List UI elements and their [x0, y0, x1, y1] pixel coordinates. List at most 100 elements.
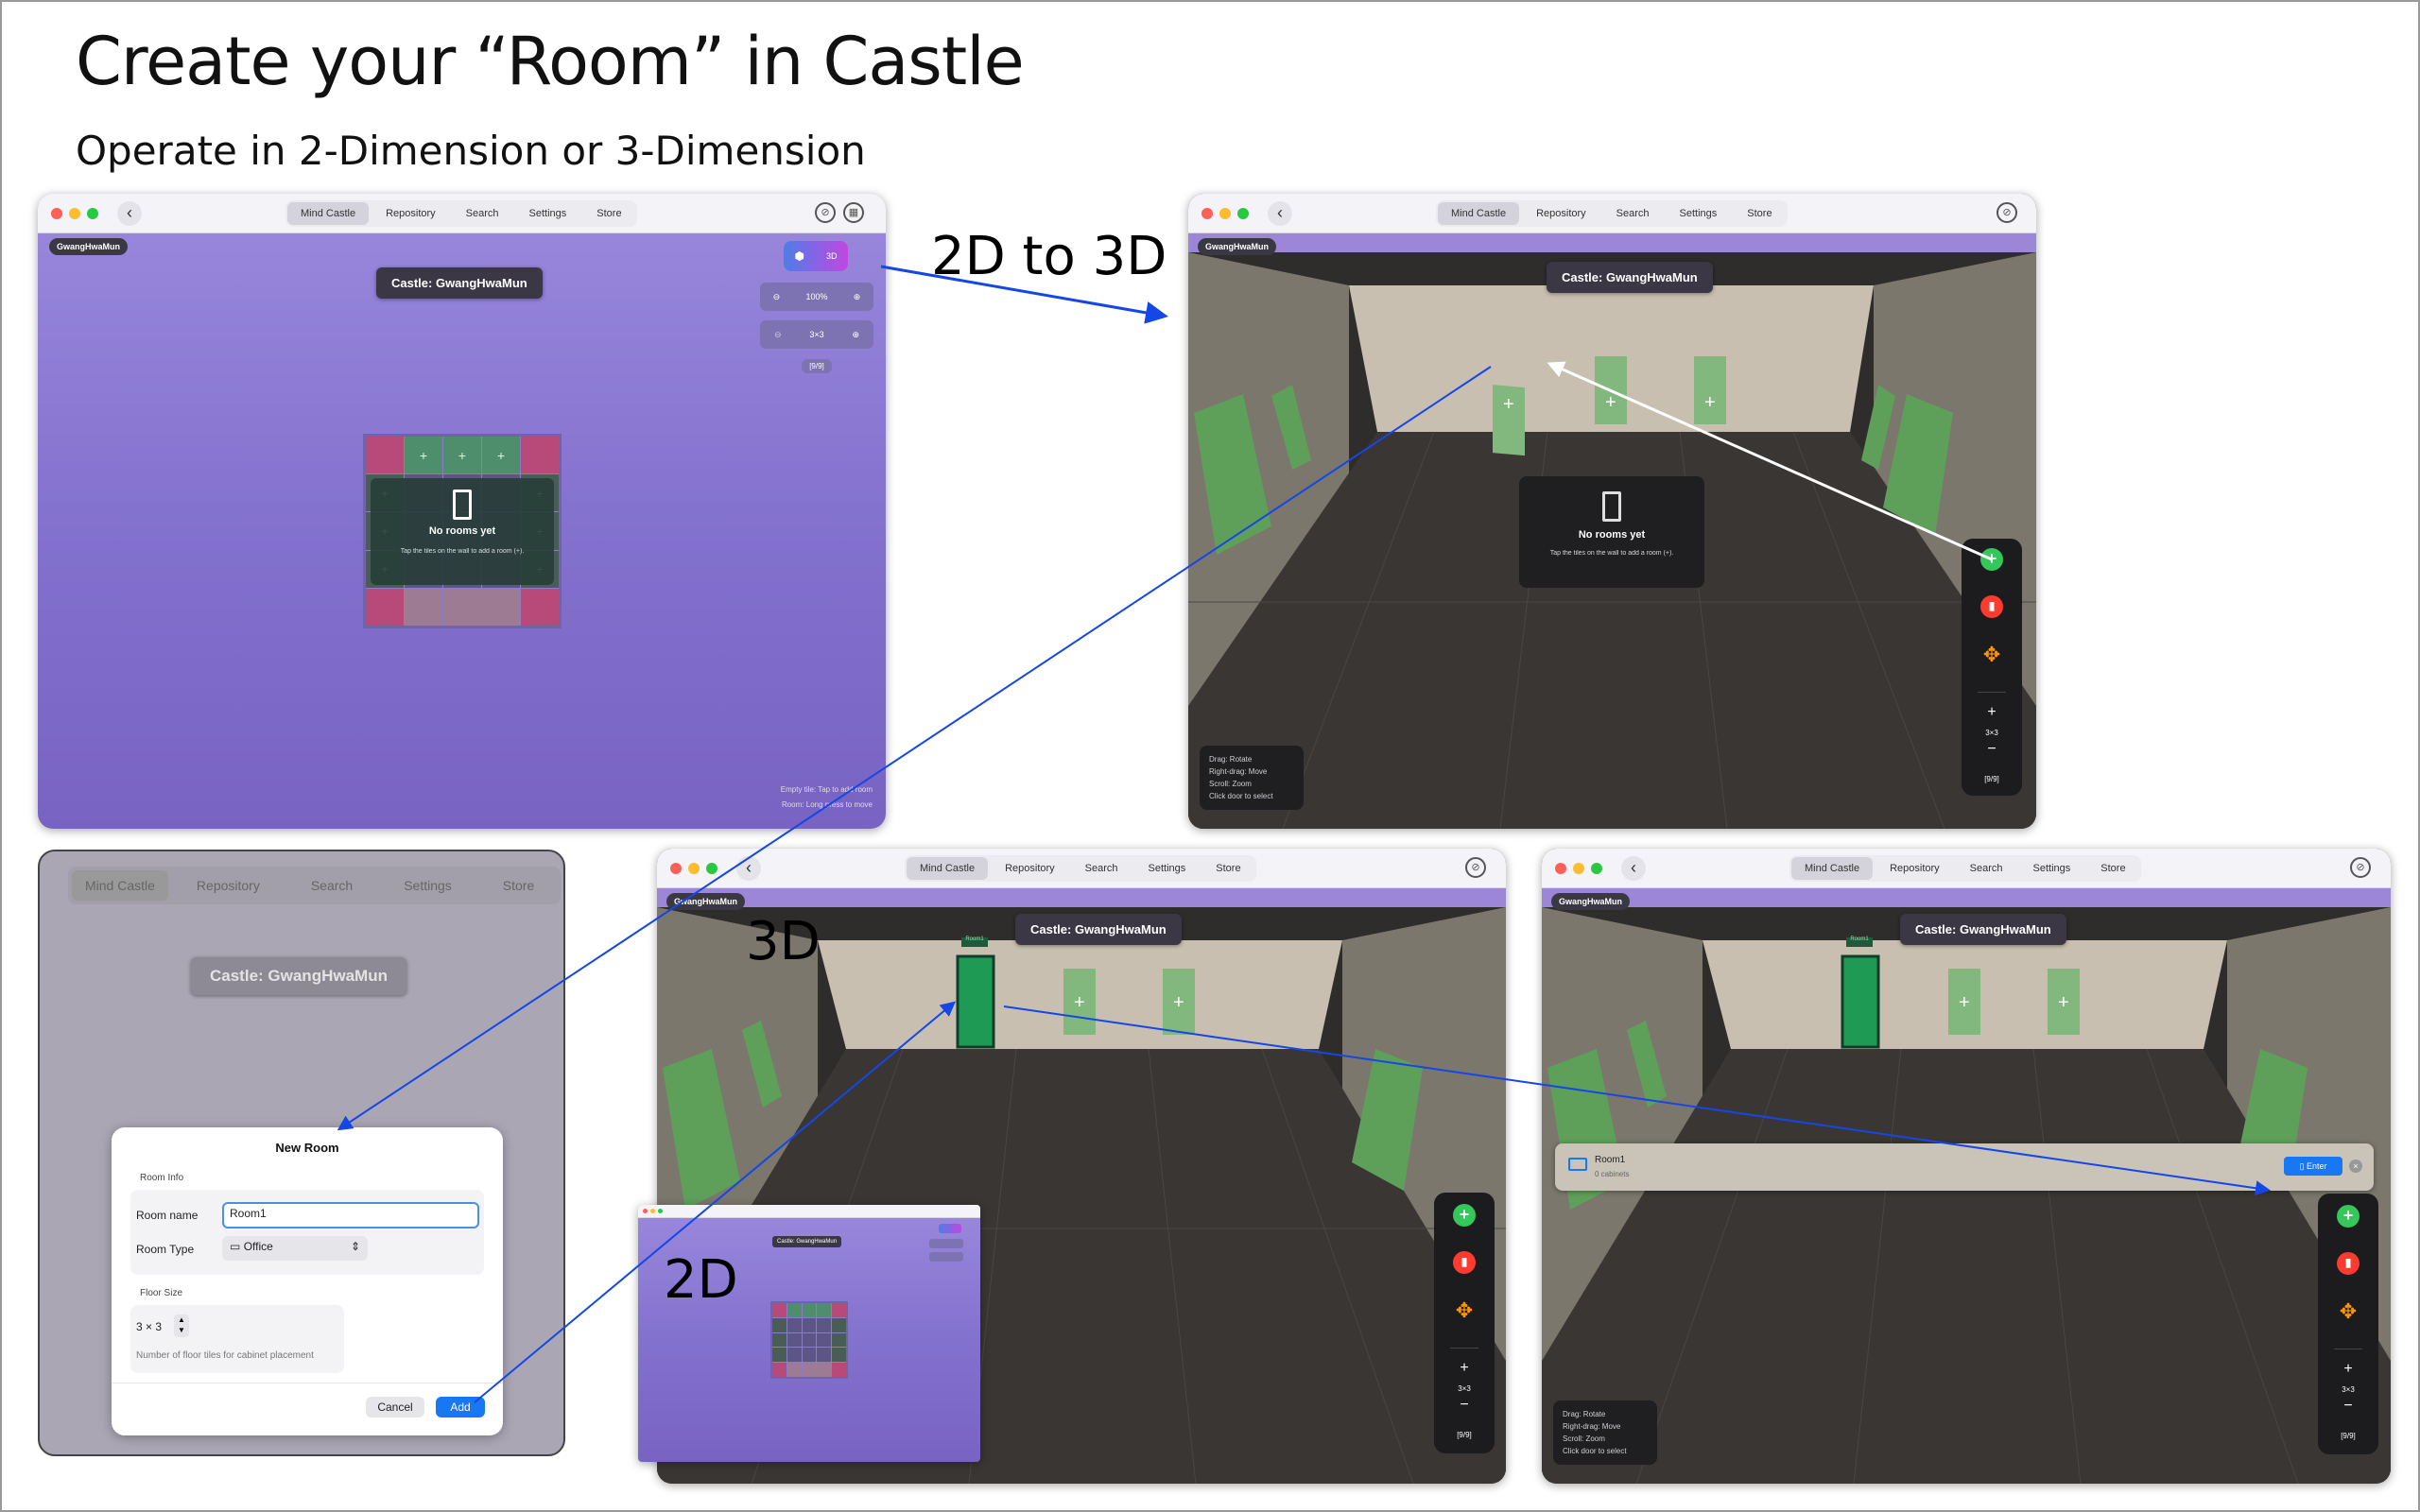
zoom-out-button[interactable]: −: [1987, 741, 1996, 758]
zoom-out-button[interactable]: −: [1460, 1397, 1468, 1414]
plus-circle-icon[interactable]: +: [2337, 1205, 2360, 1228]
move-arrows-icon[interactable]: ✥: [2340, 1299, 2357, 1324]
compass-icon[interactable]: ⊘: [1996, 202, 2017, 223]
add-tile-icon[interactable]: +: [1704, 392, 1716, 414]
plus-circle-icon[interactable]: +: [1980, 548, 2003, 571]
room-toolbar: + ▮ ✥ + 3×3 − [9/9]: [2318, 1194, 2378, 1454]
room-toolbar: + ▮ ✥ + 3×3 − [9/9]: [1434, 1193, 1495, 1453]
tab-mind-castle[interactable]: Mind Castle: [1791, 857, 1874, 880]
tab-settings[interactable]: Settings: [2020, 857, 2084, 880]
cancel-button[interactable]: Cancel: [366, 1397, 424, 1418]
tab-settings[interactable]: Settings: [1135, 857, 1200, 880]
plus-circle-icon[interactable]: +: [1453, 1204, 1476, 1227]
window-controls[interactable]: [670, 863, 717, 874]
empty-state-card: No rooms yet Tap the tiles on the wall t…: [1519, 476, 1704, 588]
tab-repository[interactable]: Repository: [372, 202, 449, 225]
tab-repository[interactable]: Repository: [1876, 857, 1953, 880]
tab-mind-castle[interactable]: Mind Castle: [72, 870, 168, 901]
tab-repository[interactable]: Repository: [1523, 202, 1599, 225]
tab-search[interactable]: Search: [453, 202, 512, 225]
window-controls[interactable]: [51, 208, 98, 219]
grid-size: 3×3: [809, 330, 824, 339]
move-arrows-icon[interactable]: ✥: [1456, 1298, 1473, 1323]
tab-search[interactable]: Search: [1603, 202, 1663, 225]
zoom-out-icon[interactable]: ⊖: [773, 292, 781, 302]
tab-store[interactable]: Store: [583, 202, 634, 225]
monitor-icon: ▭: [230, 1240, 241, 1253]
window-3d-empty: ‹ Mind Castle Repository Search Settings…: [1188, 194, 2036, 829]
zoom-in-button[interactable]: +: [1460, 1360, 1468, 1377]
add-button[interactable]: Add: [436, 1397, 485, 1418]
tab-mind-castle[interactable]: Mind Castle: [1438, 202, 1520, 225]
trash-icon[interactable]: ▮: [1980, 595, 2003, 618]
back-button[interactable]: ‹: [736, 856, 761, 881]
enter-button[interactable]: ▯ Enter: [2284, 1157, 2342, 1176]
move-arrows-icon[interactable]: ✥: [1983, 643, 2000, 667]
tab-repository[interactable]: Repository: [174, 870, 283, 901]
room-name-input[interactable]: Room1: [222, 1202, 479, 1228]
window-3d-enter-room: ‹ Mind Castle Repository Search Settings…: [1542, 849, 2391, 1484]
tab-search[interactable]: Search: [1072, 857, 1132, 880]
zoom-out-button[interactable]: −: [2343, 1398, 2352, 1415]
room-toolbar: + ▮ ✥ + 3×3 − [9/9]: [1962, 539, 2022, 796]
tab-repository[interactable]: Repository: [992, 857, 1068, 880]
trash-icon[interactable]: ▦: [843, 202, 864, 223]
add-tile-icon[interactable]: +: [1074, 992, 1085, 1014]
zoom-in-button[interactable]: +: [2343, 1361, 2352, 1378]
mode-3d-button[interactable]: [939, 1224, 961, 1233]
tab-bar: Mind Castle Repository Search Settings S…: [1436, 200, 1788, 227]
room-3d-scene[interactable]: GwangHwaMun Castle: GwangHwaMun + + + No…: [1188, 233, 2036, 829]
tab-store[interactable]: Store: [480, 870, 557, 901]
minus-circle-icon[interactable]: ⊖: [774, 330, 782, 340]
tab-store[interactable]: Store: [1202, 857, 1253, 880]
tab-settings[interactable]: Settings: [516, 202, 580, 225]
tab-mind-castle[interactable]: Mind Castle: [287, 202, 370, 225]
trash-icon[interactable]: ▮: [2337, 1252, 2360, 1275]
tab-store[interactable]: Store: [1734, 202, 1785, 225]
add-tile-icon[interactable]: +: [1173, 992, 1184, 1014]
add-tile-icon[interactable]: +: [2058, 992, 2069, 1014]
composite-canvas: Create your “Room” in Castle Operate in …: [0, 0, 2420, 1512]
window-controls[interactable]: [1555, 863, 1602, 874]
room-type-select[interactable]: ▭ Office ⇕: [222, 1236, 368, 1261]
zoom-in-button[interactable]: +: [1987, 704, 1996, 721]
tab-search[interactable]: Search: [1957, 857, 2016, 880]
window-controls[interactable]: [1201, 208, 1249, 219]
floor-size-stepper[interactable]: ▲ ▼: [174, 1314, 189, 1337]
add-tile-icon[interactable]: +: [1503, 394, 1514, 416]
compass-icon[interactable]: ⊘: [815, 202, 836, 223]
tab-search[interactable]: Search: [288, 870, 375, 901]
floor-size-hint: Number of floor tiles for cabinet placem…: [136, 1350, 314, 1361]
room-row[interactable]: Room1 0 cabinets ▯ Enter ×: [1555, 1143, 2374, 1191]
plus-circle-icon[interactable]: ⊕: [853, 330, 860, 340]
add-tile-icon[interactable]: +: [1605, 392, 1616, 414]
add-tile[interactable]: +: [443, 437, 481, 474]
room-3d-scene[interactable]: GwangHwaMun Castle: GwangHwaMun Room1 + …: [1542, 888, 2391, 1484]
back-button[interactable]: ‹: [1621, 856, 1646, 881]
modal-title: New Room: [275, 1141, 339, 1155]
room-counter: [9/9]: [802, 359, 832, 373]
close-icon[interactable]: ×: [2349, 1160, 2362, 1173]
tab-settings[interactable]: Settings: [1667, 202, 1731, 225]
mode-3d-button[interactable]: ⬢ 3D: [784, 241, 848, 271]
add-tile[interactable]: +: [405, 437, 442, 474]
tab-bar: Mind Castle Repository Search Settings S…: [285, 200, 637, 227]
room-counter: [9/9]: [2341, 1432, 2356, 1440]
compass-icon[interactable]: ⊘: [1465, 857, 1486, 878]
floor-size-value: 3 × 3: [136, 1320, 163, 1333]
trash-icon[interactable]: ▮: [1453, 1251, 1476, 1274]
tab-mind-castle[interactable]: Mind Castle: [907, 857, 989, 880]
user-chip: GwangHwaMun: [666, 893, 745, 910]
tab-settings[interactable]: Settings: [381, 870, 475, 901]
room-row-subtitle: 0 cabinets: [1595, 1170, 1630, 1178]
empty-title: No rooms yet: [428, 525, 496, 537]
add-tile[interactable]: +: [482, 437, 520, 474]
back-button[interactable]: ‹: [117, 201, 142, 226]
hint-text: Empty tile: Tap to add room Room: Long p…: [780, 785, 873, 809]
grid-size: 3×3: [2342, 1385, 2355, 1394]
zoom-in-icon[interactable]: ⊕: [854, 292, 861, 302]
add-tile-icon[interactable]: +: [1959, 992, 1970, 1014]
tab-store[interactable]: Store: [2087, 857, 2138, 880]
back-button[interactable]: ‹: [1268, 201, 1292, 226]
compass-icon[interactable]: ⊘: [2350, 857, 2371, 878]
